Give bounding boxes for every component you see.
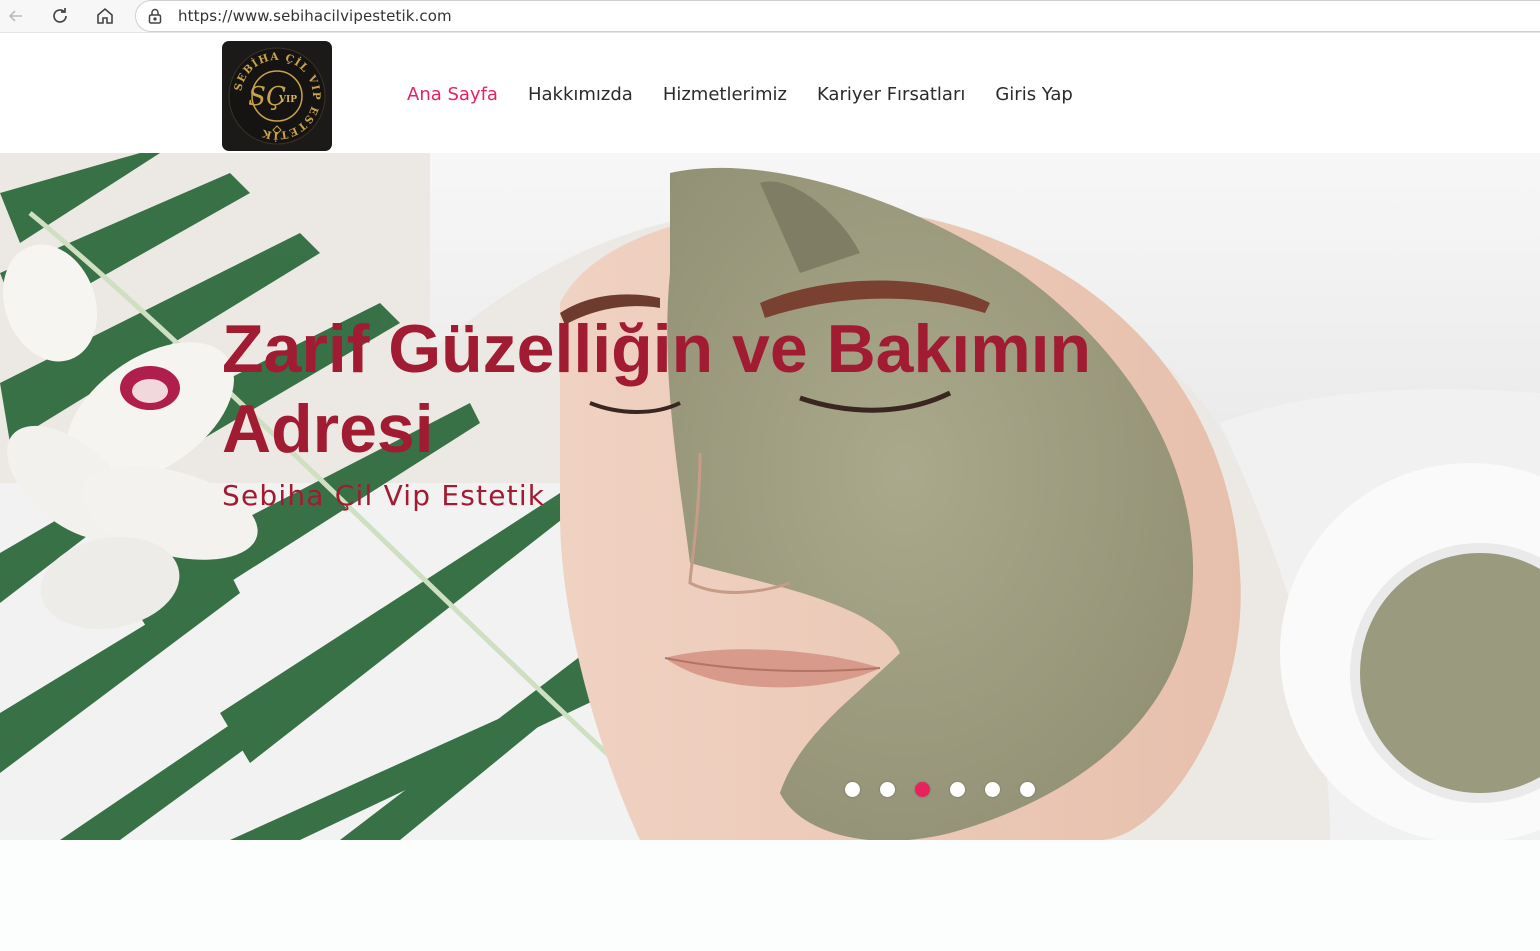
nav-hakkimizda[interactable]: Hakkımızda (528, 84, 633, 105)
slider-dot[interactable] (880, 782, 895, 797)
browser-toolbar: https://www.sebihacilvipestetik.com (0, 0, 1540, 33)
nav-ana-sayfa[interactable]: Ana Sayfa (407, 84, 498, 105)
site-logo[interactable]: SEBİHA ÇİL VIP ESTETİK SÇ VIP (222, 41, 332, 151)
slider-dot-active[interactable] (915, 782, 930, 797)
site-header: SEBİHA ÇİL VIP ESTETİK SÇ VIP Ana Sayfa … (0, 40, 1540, 153)
nav-kariyer-firsatlari[interactable]: Kariyer Fırsatları (817, 84, 965, 105)
slider-dot[interactable] (985, 782, 1000, 797)
nav-giris-yap[interactable]: Giris Yap (995, 84, 1072, 105)
lock-icon[interactable] (146, 7, 164, 25)
logo-badge: VIP (278, 95, 297, 105)
back-arrow-icon[interactable] (2, 2, 30, 30)
address-bar[interactable]: https://www.sebihacilvipestetik.com (135, 0, 1540, 32)
reload-icon[interactable] (46, 2, 74, 30)
main-nav: Ana Sayfa Hakkımızda Hizmetlerimiz Kariy… (407, 84, 1103, 105)
hero-subtitle: Sebiha Çil Vip Estetik (222, 479, 546, 512)
url-text[interactable]: https://www.sebihacilvipestetik.com (178, 7, 452, 25)
home-icon[interactable] (91, 2, 119, 30)
slider-dots (845, 782, 1035, 797)
nav-hizmetlerimiz[interactable]: Hizmetlerimiz (663, 84, 787, 105)
slider-dot[interactable] (950, 782, 965, 797)
hero-title: Zarif Güzelliğin ve Bakımın Adresi (222, 311, 1092, 467)
slider-dot[interactable] (845, 782, 860, 797)
hero-slider: Zarif Güzelliğin ve Bakımın Adresi Sebih… (0, 153, 1540, 840)
slider-dot[interactable] (1020, 782, 1035, 797)
page-content-area (0, 840, 1540, 951)
